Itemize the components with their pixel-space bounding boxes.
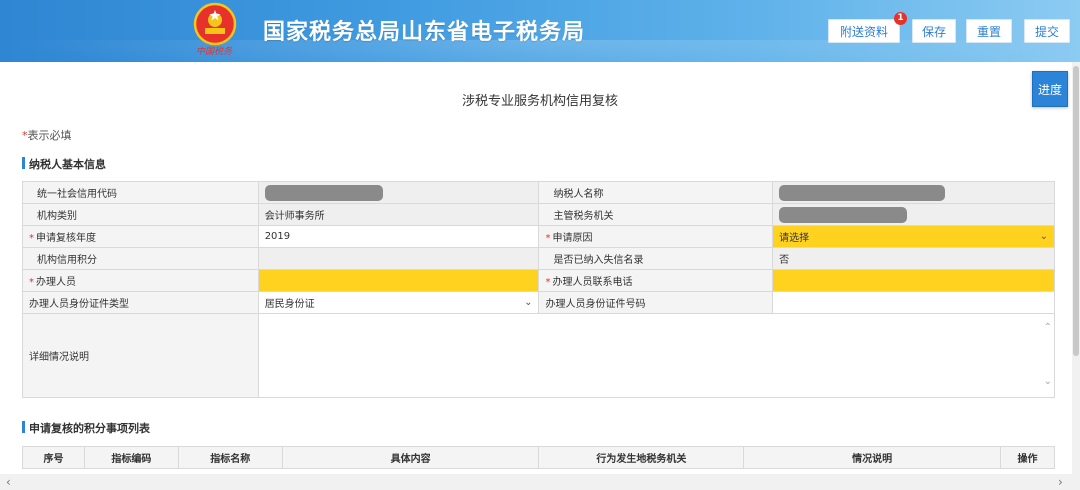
reason-select-value: 请选择 <box>779 233 810 244</box>
table-header-row: 序号 指标编码 指标名称 具体内容 行为发生地税务机关 情况说明 操作 <box>22 446 1055 469</box>
attachments-button[interactable]: 附送资料 <box>828 19 900 43</box>
required-star: * <box>29 277 34 288</box>
chevron-down-icon[interactable]: ⌄ <box>524 297 532 308</box>
handler-label-cell: * 办理人员 <box>22 269 259 292</box>
tax-authority-field <box>772 203 1055 226</box>
score-items-table: 序号 指标编码 指标名称 具体内容 行为发生地税务机关 情况说明 操作 <box>22 446 1055 469</box>
tax-authority-label: 主管税务机关 <box>538 203 774 226</box>
taxpayer-name-field <box>772 181 1055 204</box>
form-row: * 办理人员 * 办理人员联系电话 <box>22 269 1055 292</box>
reason-label: 申请原因 <box>552 233 593 244</box>
required-note: *表示必填 <box>22 127 72 143</box>
column-header: 序号 <box>22 446 85 469</box>
section-title-score-items: 申请复核的积分事项列表 <box>22 420 150 436</box>
page-title: 涉税专业服务机构信用复核 <box>461 94 618 109</box>
credit-score-label: 机构信用积分 <box>22 247 259 270</box>
column-header: 操作 <box>1000 446 1055 469</box>
site-title: 国家税务总局山东省电子税务局 <box>263 20 586 45</box>
scroll-left-icon[interactable]: ‹ <box>6 474 11 490</box>
handler-input[interactable] <box>257 269 540 292</box>
emblem-caption: 中国税务 <box>196 47 233 57</box>
submit-button-label: 提交 <box>1034 25 1059 39</box>
handler-label: 办理人员 <box>36 277 76 288</box>
dishonest-list-field: 否 <box>772 247 1055 270</box>
reset-button[interactable]: 重置 <box>966 19 1012 43</box>
save-button[interactable]: 保存 <box>912 19 956 43</box>
review-year-field[interactable]: 2019 <box>257 225 540 248</box>
form-row: 机构信用积分 是否已纳入失信名录 否 <box>22 247 1055 270</box>
credit-code-field <box>257 181 540 204</box>
required-star: * <box>545 233 551 244</box>
redacted-value <box>779 184 946 201</box>
attachments-count-badge: 1 <box>894 12 907 25</box>
credit-score-field <box>257 247 540 270</box>
column-header: 指标编码 <box>83 446 179 469</box>
details-label: 详细情况说明 <box>22 313 259 398</box>
chevron-down-icon[interactable]: ⌄ <box>1040 231 1048 242</box>
reason-select[interactable]: 请选择 ⌄ <box>772 225 1055 248</box>
id-type-select-value: 居民身份证 <box>264 299 315 310</box>
horizontal-scrollbar[interactable]: ‹ › <box>0 474 1072 490</box>
redacted-value <box>779 206 908 223</box>
site-header: 中国税务 国家税务总局山东省电子税务局 附送资料 1 保存 重置 提交 <box>0 0 1080 62</box>
form-row: 办理人员身份证件类型 居民身份证 ⌄ 办理人员身份证件号码 <box>22 291 1055 314</box>
details-textarea[interactable]: ⌃ ⌄ <box>257 313 1056 398</box>
column-header: 情况说明 <box>743 446 1001 469</box>
handler-phone-label: 办理人员联系电话 <box>552 277 633 288</box>
column-header: 行为发生地税务机关 <box>538 446 745 469</box>
handler-phone-label-cell: * 办理人员联系电话 <box>538 269 774 292</box>
redacted-value <box>264 184 383 201</box>
section-title-taxpayer-info: 纳税人基本信息 <box>22 156 106 172</box>
org-type-label: 机构类别 <box>22 203 259 226</box>
form-row: 统一社会信用代码 纳税人名称 <box>22 181 1055 204</box>
id-number-input[interactable] <box>772 291 1055 314</box>
attachments-button-label: 附送资料 <box>839 25 888 39</box>
column-header: 具体内容 <box>281 446 540 469</box>
id-type-label: 办理人员身份证件类型 <box>22 291 259 314</box>
scrollbar-thumb[interactable] <box>1073 66 1079 356</box>
taxpayer-name-label: 纳税人名称 <box>538 181 774 204</box>
submit-button[interactable]: 提交 <box>1024 19 1070 43</box>
reset-button-label: 重置 <box>976 25 1001 39</box>
id-type-select[interactable]: 居民身份证 ⌄ <box>257 291 540 314</box>
form-row: * 申请复核年度 2019 * 申请原因 请选择 ⌄ <box>22 225 1055 248</box>
handler-phone-input[interactable] <box>772 269 1055 292</box>
scroll-right-icon[interactable]: › <box>1058 474 1063 490</box>
org-type-field: 会计师事务所 <box>257 203 540 226</box>
form-row: 机构类别 会计师事务所 主管税务机关 <box>22 203 1055 226</box>
required-star: * <box>545 277 551 288</box>
scroll-down-icon[interactable]: ⌄ <box>1044 376 1052 387</box>
reason-label-cell: * 申请原因 <box>538 225 774 248</box>
column-header: 指标名称 <box>177 446 283 469</box>
id-number-label: 办理人员身份证件号码 <box>538 291 774 314</box>
credit-code-label: 统一社会信用代码 <box>22 181 259 204</box>
scroll-up-icon[interactable]: ⌃ <box>1044 322 1052 333</box>
review-year-label: 申请复核年度 <box>36 233 96 244</box>
required-star: * <box>29 233 34 244</box>
required-note-text: 表示必填 <box>27 129 72 142</box>
vertical-scrollbar[interactable] <box>1072 62 1080 490</box>
taxpayer-info-form: 统一社会信用代码 纳税人名称 机构类别 会计师事务所 主管税务机关 * 申请复核年… <box>22 181 1056 398</box>
dishonest-list-label: 是否已纳入失信名录 <box>538 247 774 270</box>
review-year-label-cell: * 申请复核年度 <box>22 225 259 248</box>
form-row: 详细情况说明 ⌃ ⌄ <box>22 313 1056 398</box>
national-emblem-icon <box>193 2 237 46</box>
save-button-label: 保存 <box>921 25 946 39</box>
